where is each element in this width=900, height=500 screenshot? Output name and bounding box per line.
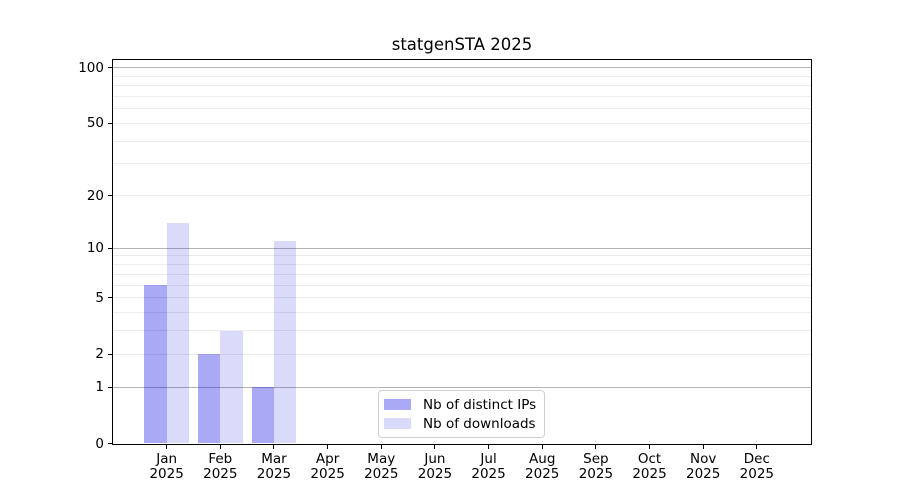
legend-entry-downloads: Nb of downloads: [384, 416, 536, 432]
x-tick: [273, 445, 274, 449]
y-tick: [108, 195, 112, 196]
y-tick: [108, 123, 112, 124]
x-tick: [434, 445, 435, 449]
gridline-minor: [113, 285, 811, 286]
legend: Nb of distinct IPs Nb of downloads: [378, 390, 545, 438]
gridline-minor: [113, 264, 811, 265]
bar-distinct-ips: [144, 285, 166, 443]
x-tick: [488, 445, 489, 449]
y-tick-label: 10: [60, 240, 104, 256]
legend-swatch-downloads: [384, 418, 411, 429]
gridline-minor: [113, 330, 811, 331]
gridline-minor: [113, 123, 811, 124]
gridline-major: [113, 248, 811, 249]
bar-distinct-ips: [198, 354, 220, 443]
x-tick: [649, 445, 650, 449]
bar-distinct-ips: [252, 387, 274, 443]
figure: statgenSTA 2025 Nb of distinct IPs Nb of…: [0, 0, 900, 500]
gridline-minor: [113, 96, 811, 97]
gridline-minor: [113, 76, 811, 77]
gridline-minor: [113, 297, 811, 298]
gridline-major: [113, 67, 811, 68]
y-tick-label: 20: [60, 188, 104, 204]
x-tick: [756, 445, 757, 449]
bar-downloads: [220, 331, 242, 444]
legend-entry-distinct-ips: Nb of distinct IPs: [384, 397, 536, 413]
y-tick-label: 50: [60, 115, 104, 131]
y-tick: [108, 67, 112, 68]
gridline-minor: [113, 312, 811, 313]
legend-swatch-distinct-ips: [384, 399, 411, 410]
x-tick: [381, 445, 382, 449]
x-tick-label: Dec2025: [725, 452, 789, 483]
y-tick: [108, 248, 112, 249]
bar-downloads: [274, 241, 296, 443]
gridline-minor: [113, 108, 811, 109]
y-tick: [108, 354, 112, 355]
x-tick: [166, 445, 167, 449]
y-tick: [108, 387, 112, 388]
chart-title: statgenSTA 2025: [113, 35, 811, 54]
y-tick-label: 1: [60, 379, 104, 395]
x-tick: [542, 445, 543, 449]
y-tick: [108, 297, 112, 298]
x-tick: [327, 445, 328, 449]
x-tick: [595, 445, 596, 449]
y-tick-label: 100: [60, 60, 104, 76]
gridline-minor: [113, 141, 811, 142]
bar-downloads: [167, 223, 189, 444]
x-tick: [220, 445, 221, 449]
gridline-minor: [113, 255, 811, 256]
y-tick: [108, 443, 112, 444]
gridline-minor: [113, 195, 811, 196]
legend-label-downloads: Nb of downloads: [423, 416, 536, 432]
gridline-minor: [113, 163, 811, 164]
y-tick-label: 0: [60, 436, 104, 452]
x-tick: [703, 445, 704, 449]
gridline-minor: [113, 274, 811, 275]
gridline-minor: [113, 85, 811, 86]
y-tick-label: 5: [60, 290, 104, 306]
legend-label-distinct-ips: Nb of distinct IPs: [423, 397, 536, 413]
y-tick-label: 2: [60, 346, 104, 362]
